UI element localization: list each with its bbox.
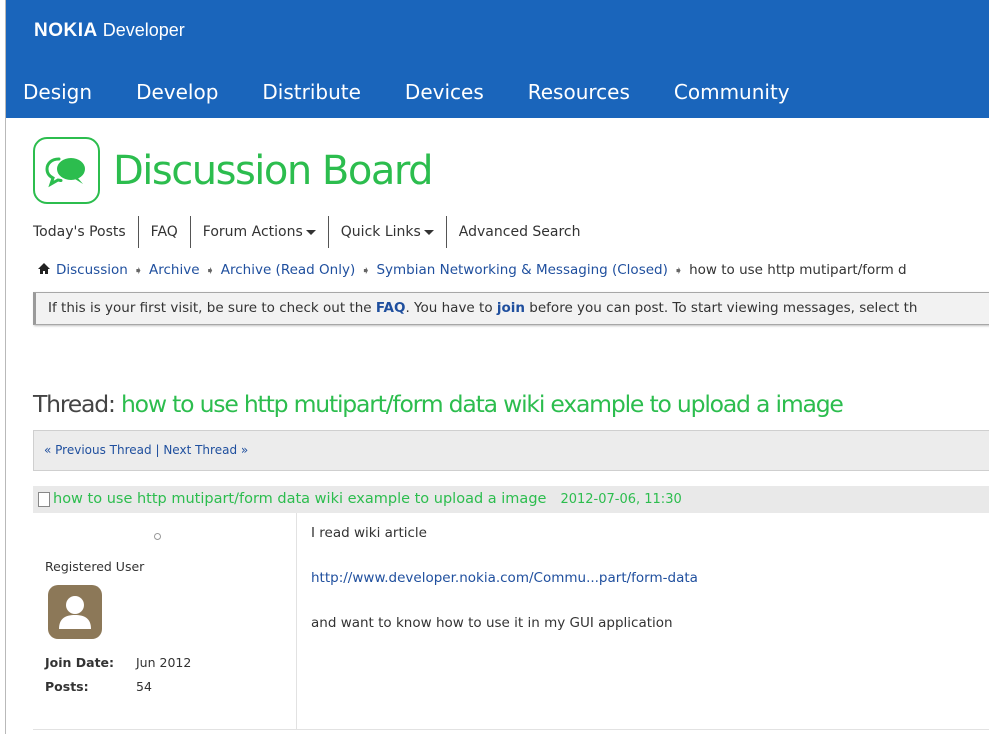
join-date: Join Date: Jun 2012	[45, 655, 191, 670]
first-visit-notice: If this is your first visit, be sure to …	[33, 292, 989, 325]
breadcrumb-separator-icon: ➧	[133, 263, 144, 277]
forum-actions-menu[interactable]: Forum Actions	[191, 216, 329, 248]
board-title: Discussion Board	[113, 147, 434, 194]
notice-text-2: . You have to	[405, 300, 497, 316]
board-header: Discussion Board	[33, 137, 434, 204]
posts-value: 54	[136, 679, 152, 694]
next-thread-link[interactable]: Next Thread »	[163, 443, 248, 457]
breadcrumb-archive[interactable]: Archive	[149, 262, 200, 278]
breadcrumb-symbian-networking[interactable]: Symbian Networking & Messaging (Closed)	[376, 262, 667, 278]
user-title: Registered User	[45, 559, 145, 574]
nav-develop[interactable]: Develop	[114, 75, 240, 118]
avatar[interactable]	[48, 585, 102, 639]
nav-community[interactable]: Community	[652, 75, 812, 122]
breadcrumb-separator-icon: ➧	[361, 263, 371, 277]
post-date: 2012-07-06, 11:30	[560, 492, 682, 507]
quick-links-label: Quick Links	[340, 224, 421, 240]
notice-faq-link[interactable]: FAQ	[376, 300, 406, 316]
post-user-info: Registered User Join Date: Jun 2012 Posts…	[33, 513, 297, 730]
nav-devices[interactable]: Devices	[383, 75, 506, 118]
post-count: Posts: 54	[45, 679, 152, 694]
todays-posts-link[interactable]: Today's Posts	[33, 216, 139, 248]
post-line-1: I read wiki article	[311, 525, 427, 541]
nav-design[interactable]: Design	[6, 75, 114, 118]
advanced-search-link[interactable]: Advanced Search	[447, 216, 593, 248]
thread-title-text: how to use http mutipart/form data wiki …	[120, 390, 844, 418]
thread-label: Thread:	[33, 390, 121, 418]
document-icon	[38, 492, 50, 507]
home-icon[interactable]	[38, 262, 50, 278]
wiki-article-link[interactable]: http://www.developer.nokia.com/Commu...p…	[311, 570, 698, 586]
thread-navigation: « Previous Thread | Next Thread »	[33, 430, 989, 471]
posts-label: Posts:	[45, 679, 89, 694]
breadcrumb: Discussion ➧ Archive ➧ Archive (Read Onl…	[38, 262, 907, 278]
thread-title: Thread: how to use http mutipart/form da…	[33, 390, 844, 418]
thread-nav-separator: |	[151, 443, 164, 457]
main-nav: Design Develop Distribute Devices Resour…	[6, 75, 812, 122]
breadcrumb-discussion[interactable]: Discussion	[56, 262, 128, 278]
breadcrumb-current: how to use http mutipart/form d	[689, 262, 907, 278]
notice-text-1: If this is your first visit, be sure to …	[48, 300, 376, 316]
chevron-down-icon	[423, 229, 434, 235]
notice-text-3: before you can post. To start viewing me…	[525, 300, 918, 316]
breadcrumb-separator-icon: ➧	[205, 263, 215, 277]
notice-join-link[interactable]: join	[497, 300, 525, 316]
offline-status-icon	[154, 533, 161, 540]
post-header: how to use http mutipart/form data wiki …	[33, 486, 989, 513]
forum-sub-nav: Today's Posts FAQ Forum Actions Quick Li…	[33, 214, 593, 250]
breadcrumb-separator-icon: ➧	[673, 263, 684, 277]
previous-thread-link[interactable]: « Previous Thread	[44, 443, 152, 457]
faq-link[interactable]: FAQ	[139, 216, 191, 248]
chevron-down-icon	[305, 229, 316, 235]
site-header: NOKIA Developer Design Develop Distribute…	[6, 0, 989, 122]
quick-links-menu[interactable]: Quick Links	[329, 216, 447, 248]
brand-name: Developer	[102, 20, 185, 40]
nav-distribute[interactable]: Distribute	[240, 75, 383, 118]
join-date-value: Jun 2012	[136, 655, 192, 670]
post-divider	[33, 729, 989, 730]
join-date-label: Join Date:	[45, 655, 115, 670]
nokia-developer-logo[interactable]: NOKIA Developer	[34, 20, 185, 42]
nav-resources[interactable]: Resources	[506, 75, 652, 118]
post-line-3: and want to know how to use it in my GUI…	[311, 615, 673, 631]
speech-bubbles-icon	[33, 137, 100, 204]
breadcrumb-archive-read-only[interactable]: Archive (Read Only)	[221, 262, 355, 278]
post-title: how to use http mutipart/form data wiki …	[53, 491, 547, 507]
forum-actions-label: Forum Actions	[202, 224, 303, 240]
brand-logo: NOKIA	[34, 20, 98, 41]
